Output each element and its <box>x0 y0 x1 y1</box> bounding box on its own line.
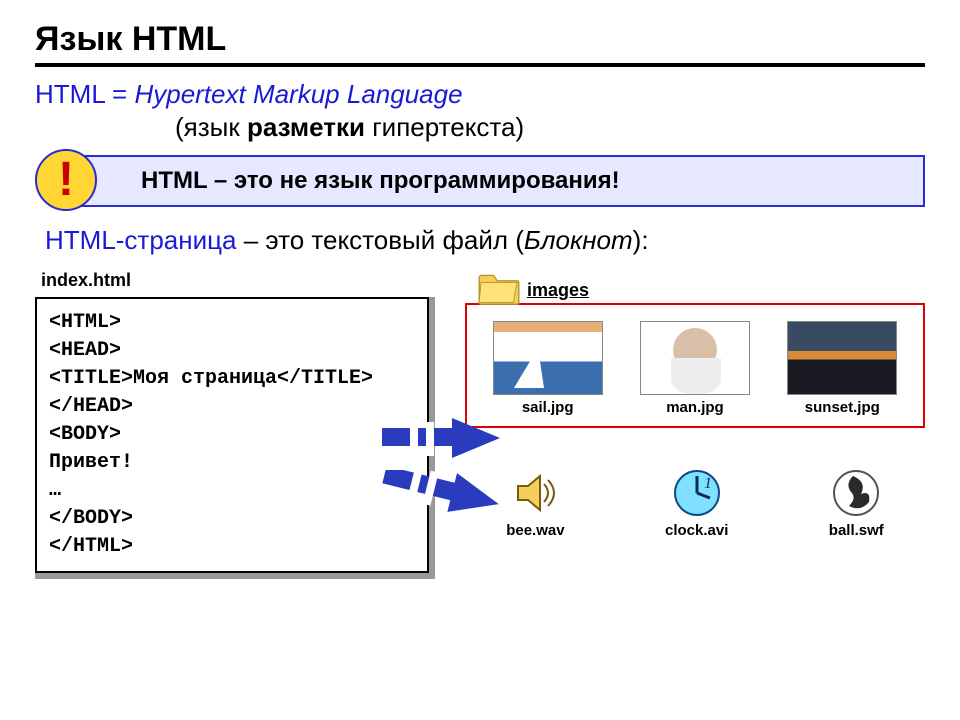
sail-image <box>493 321 603 395</box>
defn-trans-bold: разметки <box>247 112 365 142</box>
media-clock: 1 clock.avi <box>665 468 728 539</box>
sail-label: sail.jpg <box>493 399 603 416</box>
folder-label: images <box>527 280 589 301</box>
sunset-label: sunset.jpg <box>787 399 897 416</box>
bee-label: bee.wav <box>506 522 564 539</box>
man-image <box>640 321 750 395</box>
clock-icon: 1 <box>672 468 722 518</box>
defn-expansion: Hypertext Markup Language <box>134 79 462 109</box>
page-desc-highlight: HTML-страница <box>45 225 237 255</box>
exclamation-icon: ! <box>35 149 97 211</box>
alert-text: HTML – это не язык программирования! <box>141 167 620 194</box>
thumb-sunset: sunset.jpg <box>787 321 897 416</box>
media-ball: ball.swf <box>829 468 884 539</box>
flash-icon <box>831 468 881 518</box>
sunset-image <box>787 321 897 395</box>
page-description: HTML-страница – это текстовый файл (Блок… <box>45 225 925 256</box>
title-rule <box>35 63 925 67</box>
thumb-man: man.jpg <box>640 321 750 416</box>
ball-label: ball.swf <box>829 522 884 539</box>
alert-box: HTML – это не язык программирования! <box>59 155 925 207</box>
assets-column: images sail.jpg man.jpg sunset.jpg bee.w… <box>465 270 925 539</box>
man-label: man.jpg <box>640 399 750 416</box>
folder-header: images <box>477 270 925 311</box>
defn-trans-open: (язык <box>175 112 247 142</box>
file-label: index.html <box>41 270 435 291</box>
svg-text:1: 1 <box>704 475 712 492</box>
alert-container: ! HTML – это не язык программирования! <box>35 155 925 207</box>
folder-icon <box>477 270 521 311</box>
defn-trans-close: гипертекста) <box>365 112 524 142</box>
code-column: index.html <HTML> <HEAD> <TITLE>Моя стра… <box>35 270 435 579</box>
arrow-to-images <box>382 418 502 462</box>
arrow-to-media <box>382 470 502 514</box>
definition-line-1: HTML = Hypertext Markup Language <box>35 79 925 110</box>
page-desc-italic: Блокнот <box>524 225 633 255</box>
media-bee: bee.wav <box>506 468 564 539</box>
page-desc-mid: – это текстовый файл ( <box>237 225 524 255</box>
speaker-icon <box>510 468 560 518</box>
code-block-shadow: <HTML> <HEAD> <TITLE>Моя страница</TITLE… <box>35 297 435 579</box>
page-title: Язык HTML <box>35 20 925 59</box>
media-row: bee.wav 1 clock.avi ball.swf <box>465 468 925 539</box>
code-block: <HTML> <HEAD> <TITLE>Моя страница</TITLE… <box>35 297 429 573</box>
clock-label: clock.avi <box>665 522 728 539</box>
images-box: sail.jpg man.jpg sunset.jpg <box>465 303 925 428</box>
page-desc-end: ): <box>633 225 649 255</box>
definition-line-2: (язык разметки гипертекста) <box>35 112 925 143</box>
thumb-sail: sail.jpg <box>493 321 603 416</box>
defn-prefix: HTML = <box>35 79 134 109</box>
